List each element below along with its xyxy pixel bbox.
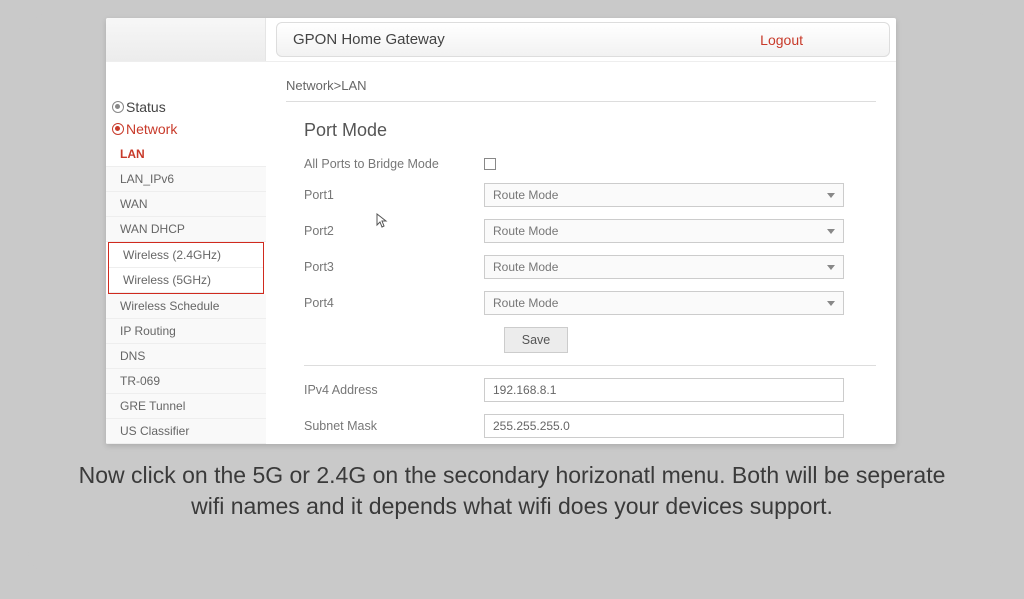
select-port1[interactable]: Route Mode [484,183,844,207]
sidebar-item-wan[interactable]: WAN [106,192,266,217]
input-value: 255.255.255.0 [493,419,570,433]
select-value: Route Mode [493,296,558,310]
row-port3: Port3 Route Mode [304,255,876,279]
label-ipv4: IPv4 Address [304,383,484,397]
select-value: Route Mode [493,224,558,238]
top-bar: GPON Home Gateway Logout [106,18,896,62]
save-button[interactable]: Save [504,327,568,353]
sidebar-item-us-classifier[interactable]: US Classifier [106,419,266,444]
select-port4[interactable]: Route Mode [484,291,844,315]
row-port2: Port2 Route Mode [304,219,876,243]
label-port4: Port4 [304,296,484,310]
sidebar-item-dns[interactable]: DNS [106,344,266,369]
sidebar-item-gre-tunnel[interactable]: GRE Tunnel [106,394,266,419]
breadcrumb: Network>LAN [286,72,876,102]
row-subnet: Subnet Mask 255.255.255.0 [304,414,876,438]
row-bridge-mode: All Ports to Bridge Mode [304,157,876,171]
label-bridge-mode: All Ports to Bridge Mode [304,157,484,171]
label-port1: Port1 [304,188,484,202]
label-port2: Port2 [304,224,484,238]
tutorial-frame: GPON Home Gateway Logout Status Network … [28,12,996,574]
logout-link[interactable]: Logout [760,32,803,48]
logo-area [106,18,266,61]
radio-icon [112,101,124,113]
row-port1: Port1 Route Mode [304,183,876,207]
section-title-port-mode: Port Mode [304,120,876,141]
radio-icon [112,123,124,135]
row-ipv4: IPv4 Address 192.168.8.1 [304,378,876,402]
select-port3[interactable]: Route Mode [484,255,844,279]
row-port4: Port4 Route Mode [304,291,876,315]
sidebar-item-tr069[interactable]: TR-069 [106,369,266,394]
content-area: Network>LAN Port Mode All Ports to Bridg… [266,62,896,444]
sidebar-top-network[interactable]: Network [106,118,266,140]
sidebar-item-wireless-schedule[interactable]: Wireless Schedule [106,294,266,319]
wireless-highlight-box: Wireless (2.4GHz) Wireless (5GHz) [108,242,264,294]
sidebar-item-wireless-24ghz[interactable]: Wireless (2.4GHz) [109,243,263,268]
gateway-window: GPON Home Gateway Logout Status Network … [106,18,896,444]
input-ipv4[interactable]: 192.168.8.1 [484,378,844,402]
checkbox-bridge-mode[interactable] [484,158,496,170]
sidebar-top-status[interactable]: Status [106,96,266,118]
input-value: 192.168.8.1 [493,383,556,397]
select-value: Route Mode [493,260,558,274]
sidebar-item-wireless-5ghz[interactable]: Wireless (5GHz) [109,268,263,293]
input-subnet[interactable]: 255.255.255.0 [484,414,844,438]
sidebar-item-lan[interactable]: LAN [106,142,266,167]
label-subnet: Subnet Mask [304,419,484,433]
section-divider [304,365,876,366]
sidebar-sublist: LAN LAN_IPv6 WAN WAN DHCP Wireless (2.4G… [106,142,266,444]
sidebar-top-label: Status [126,99,166,115]
sidebar: Status Network LAN LAN_IPv6 WAN WAN DHCP… [106,62,266,444]
title-bar: GPON Home Gateway Logout [276,22,890,57]
sidebar-top-label: Network [126,121,177,137]
select-value: Route Mode [493,188,558,202]
label-port3: Port3 [304,260,484,274]
select-port2[interactable]: Route Mode [484,219,844,243]
app-title: GPON Home Gateway [293,31,445,48]
sidebar-item-wan-dhcp[interactable]: WAN DHCP [106,217,266,242]
sidebar-item-ip-routing[interactable]: IP Routing [106,319,266,344]
tutorial-caption: Now click on the 5G or 2.4G on the secon… [28,460,996,522]
sidebar-item-lan-ipv6[interactable]: LAN_IPv6 [106,167,266,192]
